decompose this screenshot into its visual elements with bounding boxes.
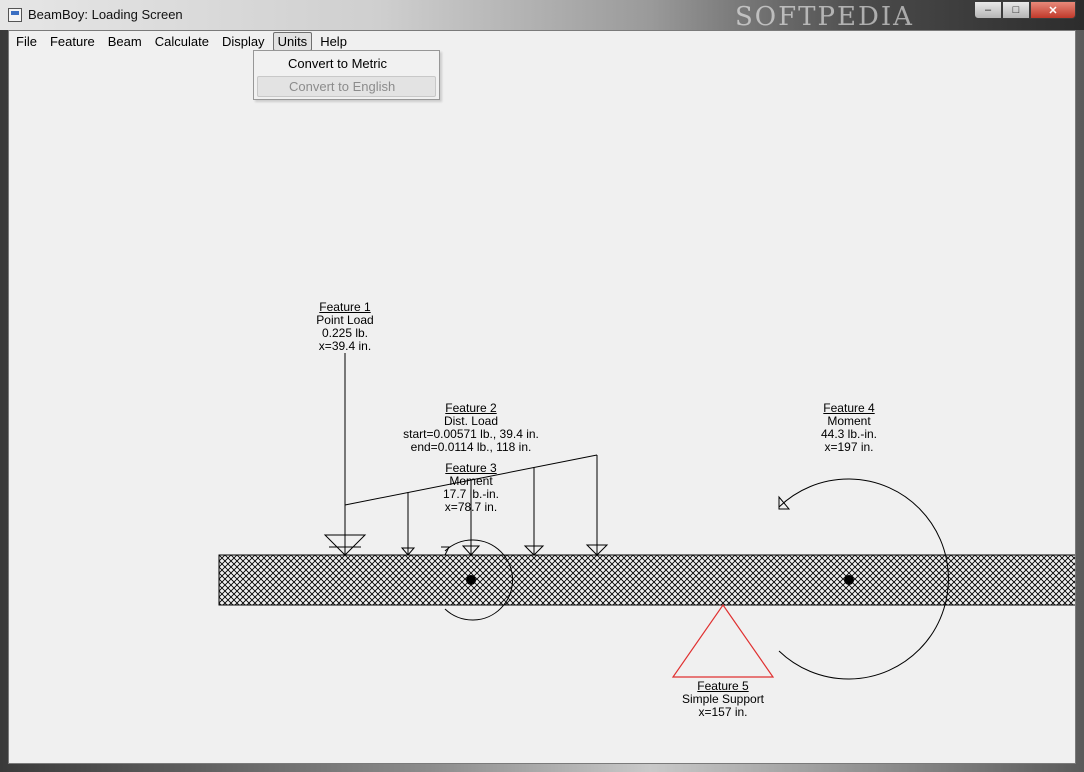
minimize-button[interactable]: – (974, 1, 1002, 19)
menu-beam[interactable]: Beam (103, 32, 147, 51)
convert-to-metric-item[interactable]: Convert to Metric (257, 53, 436, 74)
beam-canvas[interactable] (9, 51, 1075, 763)
softpedia-watermark: SOFTPEDIA (735, 2, 914, 32)
feature-position: x=39.4 in. (318, 339, 372, 353)
menu-feature[interactable]: Feature (45, 32, 100, 51)
app-icon[interactable] (8, 8, 22, 22)
convert-to-english-item[interactable]: Convert to English (257, 76, 436, 97)
feature-2-label: Feature 2 Dist. Load start=0.00571 lb., … (403, 402, 539, 454)
feature-3-label: Feature 3 Moment 17.7 lb.-in. x=78.7 in. (443, 462, 499, 514)
menu-display[interactable]: Display (217, 32, 270, 51)
title-bar[interactable]: BeamBoy: Loading Screen SOFTPEDIA – □ ✕ (0, 0, 1084, 32)
window-title: BeamBoy: Loading Screen (28, 7, 183, 22)
feature-1-label: Feature 1 Point Load 0.225 lb. x=39.4 in… (316, 301, 373, 353)
units-dropdown: Convert to Metric Convert to English (253, 50, 440, 100)
maximize-button[interactable]: □ (1002, 1, 1030, 19)
app-window: BeamBoy: Loading Screen SOFTPEDIA – □ ✕ … (0, 0, 1084, 772)
feature-position: x=157 in. (698, 705, 748, 719)
feature-position: x=197 in. (824, 440, 874, 454)
feature-position: x=78.7 in. (444, 500, 498, 514)
menu-file[interactable]: File (11, 32, 42, 51)
feature-end: end=0.0114 lb., 118 in. (410, 440, 532, 454)
menu-bar: File Feature Beam Calculate Display Unit… (9, 31, 1075, 51)
client-area: File Feature Beam Calculate Display Unit… (8, 30, 1076, 764)
point-load-feature-1[interactable] (323, 353, 367, 556)
close-button[interactable]: ✕ (1030, 1, 1076, 19)
feature-4-label: Feature 4 Moment 44.3 lb.-in. x=197 in. (821, 402, 877, 454)
menu-help[interactable]: Help (315, 32, 352, 51)
menu-units[interactable]: Units (272, 31, 313, 51)
menu-calculate[interactable]: Calculate (150, 32, 214, 51)
simple-support-feature-5[interactable] (671, 603, 775, 678)
feature-5-label: Feature 5 Simple Support x=157 in. (682, 680, 764, 719)
